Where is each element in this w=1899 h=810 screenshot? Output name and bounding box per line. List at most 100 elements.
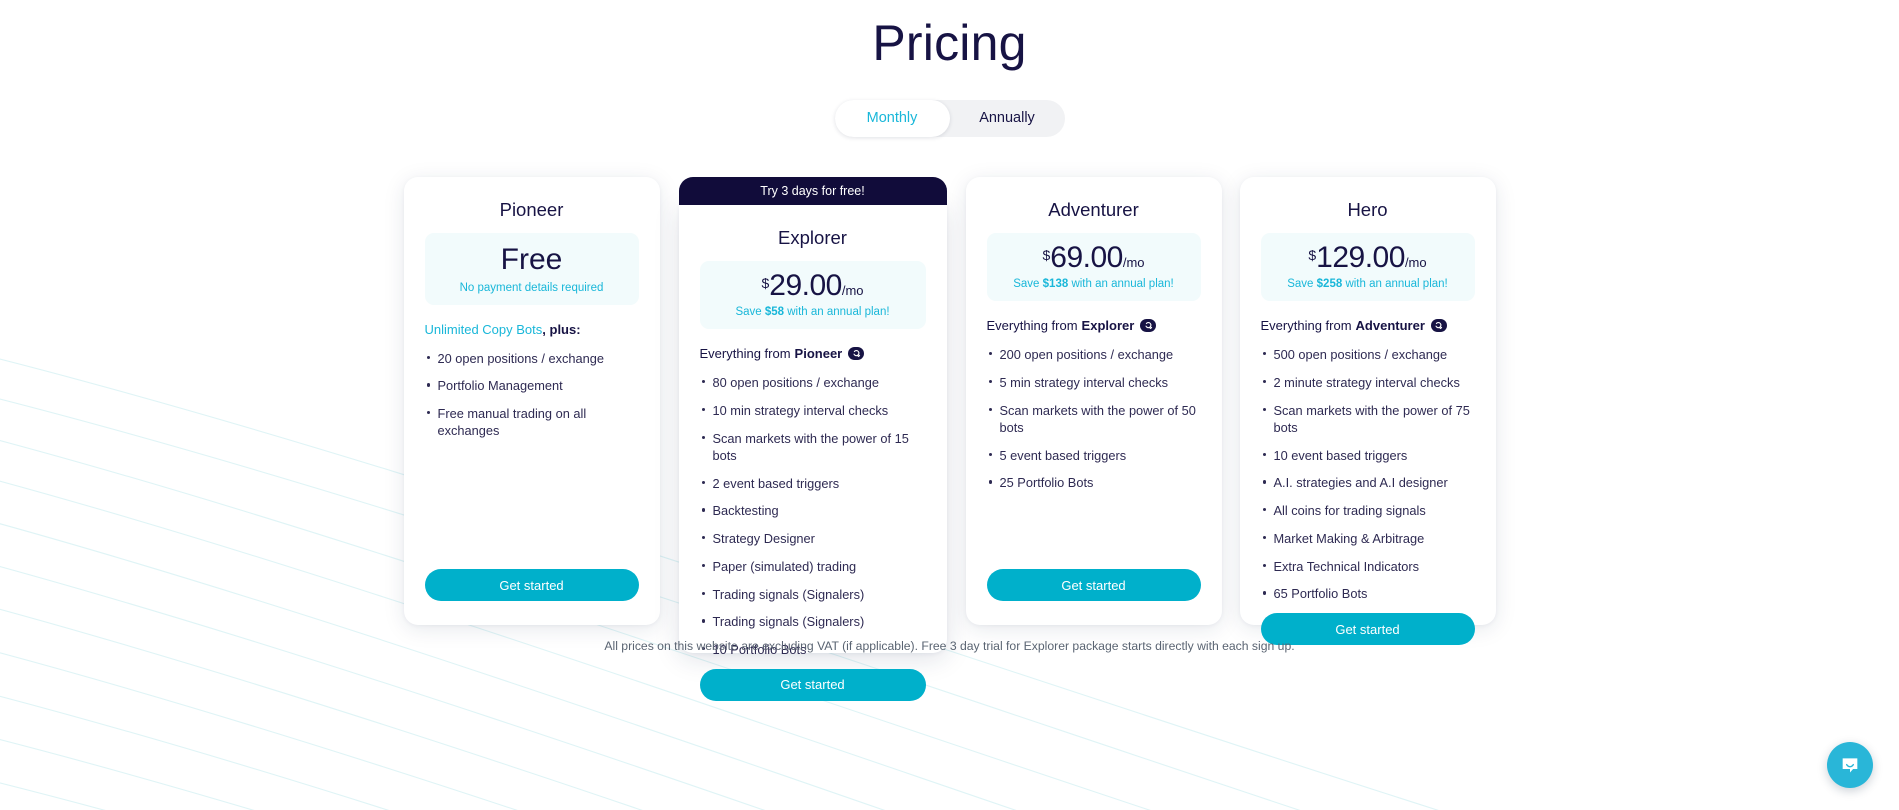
list-item: Market Making & Arbitrage	[1261, 530, 1475, 547]
price-currency: $	[1042, 247, 1051, 263]
get-started-button[interactable]: Get started	[424, 569, 639, 601]
pricing-cards-row: Pioneer Free No payment details required…	[395, 177, 1505, 701]
price-currency: $	[1308, 247, 1317, 263]
cta-wrapper: Get started	[986, 569, 1201, 601]
list-item: Scan markets with the power of 75 bots	[1261, 402, 1475, 437]
list-item: 80 open positions / exchange	[700, 374, 926, 391]
pricing-card-adventurer: Adventurer $69.00/mo Save $138 with an a…	[965, 177, 1222, 625]
price-subtext: Save $58 with an annual plan!	[708, 306, 918, 318]
inherits-plan-name: Adventurer	[1355, 318, 1425, 333]
price-amount: 69.00	[1050, 241, 1123, 274]
save-prefix: Save	[1287, 278, 1317, 290]
plan-name: Adventurer	[1048, 199, 1139, 220]
price-subtext: Save $138 with an annual plan!	[995, 278, 1193, 290]
billing-period-toggle[interactable]: Monthly Annually	[834, 100, 1065, 137]
inherits-prefix: Everything from	[699, 346, 791, 361]
promo-banner: Try 3 days for free!	[678, 177, 947, 205]
chat-bubble-icon	[1842, 758, 1858, 773]
list-item: 25 Portfolio Bots	[987, 474, 1201, 491]
plan-name: Explorer	[778, 227, 847, 248]
list-item: Strategy Designer	[700, 530, 926, 547]
inherits-prefix: Everything from	[986, 318, 1078, 333]
price-main: $129.00/mo	[1269, 243, 1467, 273]
pricing-card-pioneer: Pioneer Free No payment details required…	[403, 177, 660, 625]
cta-wrapper: Get started	[699, 668, 926, 701]
price-main: $29.00/mo	[708, 271, 918, 301]
get-started-button[interactable]: Get started	[986, 569, 1201, 601]
price-box: $29.00/mo Save $58 with an annual plan!	[699, 261, 926, 329]
feature-list: 20 open positions / exchange Portfolio M…	[425, 350, 639, 451]
save-suffix: with an annual plan!	[1342, 278, 1448, 290]
save-prefix: Save	[1013, 278, 1043, 290]
list-item: A.I. strategies and A.I designer	[1261, 474, 1475, 491]
price-box: $129.00/mo Save $258 with an annual plan…	[1260, 233, 1475, 301]
price-period: /mo	[841, 283, 864, 298]
card-body: Hero $129.00/mo Save $258 with an annual…	[1239, 177, 1496, 646]
list-item: Trading signals (Signalers)	[700, 586, 926, 603]
inherits-plan-name: Pioneer	[794, 346, 843, 361]
list-item: Scan markets with the power of 15 bots	[700, 430, 926, 465]
list-item: All coins for trading signals	[1261, 502, 1475, 519]
chat-launcher-button[interactable]	[1827, 742, 1873, 788]
feature-list: 200 open positions / exchange 5 min stra…	[987, 346, 1201, 502]
price-period: /mo	[1404, 255, 1427, 270]
save-amount: $58	[764, 306, 785, 318]
card-body: Explorer $29.00/mo Save $58 with an annu…	[678, 205, 947, 701]
feature-list: 500 open positions / exchange 2 minute s…	[1261, 346, 1475, 613]
price-currency: $	[761, 275, 770, 291]
card-body: Adventurer $69.00/mo Save $138 with an a…	[965, 177, 1222, 625]
pricing-card-explorer: Try 3 days for free! Explorer $29.00/mo …	[678, 177, 947, 701]
list-item: 20 open positions / exchange	[425, 350, 639, 367]
page-title: Pricing	[872, 15, 1027, 71]
inherits-from-line: Everything from Explorer	[987, 318, 1201, 333]
save-suffix: with an annual plan!	[784, 306, 890, 318]
price-amount: 129.00	[1316, 241, 1405, 274]
list-item: 2 minute strategy interval checks	[1261, 374, 1475, 391]
vat-disclaimer: All prices on this website are excluding…	[604, 639, 1295, 653]
price-box: Free No payment details required	[424, 233, 639, 305]
list-item: 2 event based triggers	[700, 475, 926, 492]
list-item: 5 event based triggers	[987, 447, 1201, 464]
pricing-card-hero: Hero $129.00/mo Save $258 with an annual…	[1239, 177, 1496, 646]
save-suffix: with an annual plan!	[1068, 278, 1174, 290]
price-subtext: No payment details required	[459, 281, 604, 294]
card-body: Pioneer Free No payment details required…	[403, 177, 660, 625]
plan-name: Hero	[1347, 199, 1388, 220]
list-item: 65 Portfolio Bots	[1261, 585, 1475, 602]
get-started-button[interactable]: Get started	[699, 668, 926, 701]
list-item: 200 open positions / exchange	[987, 346, 1201, 363]
inherit-arrow-icon	[1430, 319, 1447, 332]
list-item: 10 min strategy interval checks	[700, 402, 926, 419]
price-period: /mo	[1122, 255, 1145, 270]
inherit-arrow-icon	[848, 347, 865, 360]
save-amount: $258	[1316, 278, 1343, 290]
list-item: 10 event based triggers	[1261, 447, 1475, 464]
copy-bots-highlight: Unlimited Copy Bots	[424, 321, 543, 337]
price-box: $69.00/mo Save $138 with an annual plan!	[986, 233, 1201, 301]
list-item: Trading signals (Signalers)	[700, 613, 926, 630]
copy-bots-line: Unlimited Copy Bots, plus:	[425, 322, 639, 337]
feature-list: 80 open positions / exchange 10 min stra…	[700, 374, 926, 669]
inherits-prefix: Everything from	[1260, 318, 1352, 333]
price-main: $69.00/mo	[995, 243, 1193, 273]
inherits-plan-name: Explorer	[1081, 318, 1135, 333]
copy-bots-suffix: , plus:	[542, 321, 581, 337]
inherit-arrow-icon	[1140, 319, 1157, 332]
list-item: Paper (simulated) trading	[700, 558, 926, 575]
list-item: 500 open positions / exchange	[1261, 346, 1475, 363]
toggle-option-monthly[interactable]: Monthly	[834, 100, 950, 137]
cta-wrapper: Get started	[424, 569, 639, 601]
save-prefix: Save	[735, 306, 765, 318]
toggle-option-annually[interactable]: Annually	[950, 100, 1065, 137]
inherits-from-line: Everything from Adventurer	[1261, 318, 1475, 333]
inherits-from-line: Everything from Pioneer	[700, 346, 926, 361]
price-subtext: Save $258 with an annual plan!	[1269, 278, 1467, 290]
list-item: 5 min strategy interval checks	[987, 374, 1201, 391]
list-item: Portfolio Management	[425, 377, 639, 394]
list-item: Free manual trading on all exchanges	[425, 405, 639, 440]
list-item: Backtesting	[700, 502, 926, 519]
list-item: Scan markets with the power of 50 bots	[987, 402, 1201, 437]
plan-name: Pioneer	[499, 199, 564, 220]
save-amount: $138	[1042, 278, 1069, 290]
price-amount: 29.00	[769, 269, 842, 302]
